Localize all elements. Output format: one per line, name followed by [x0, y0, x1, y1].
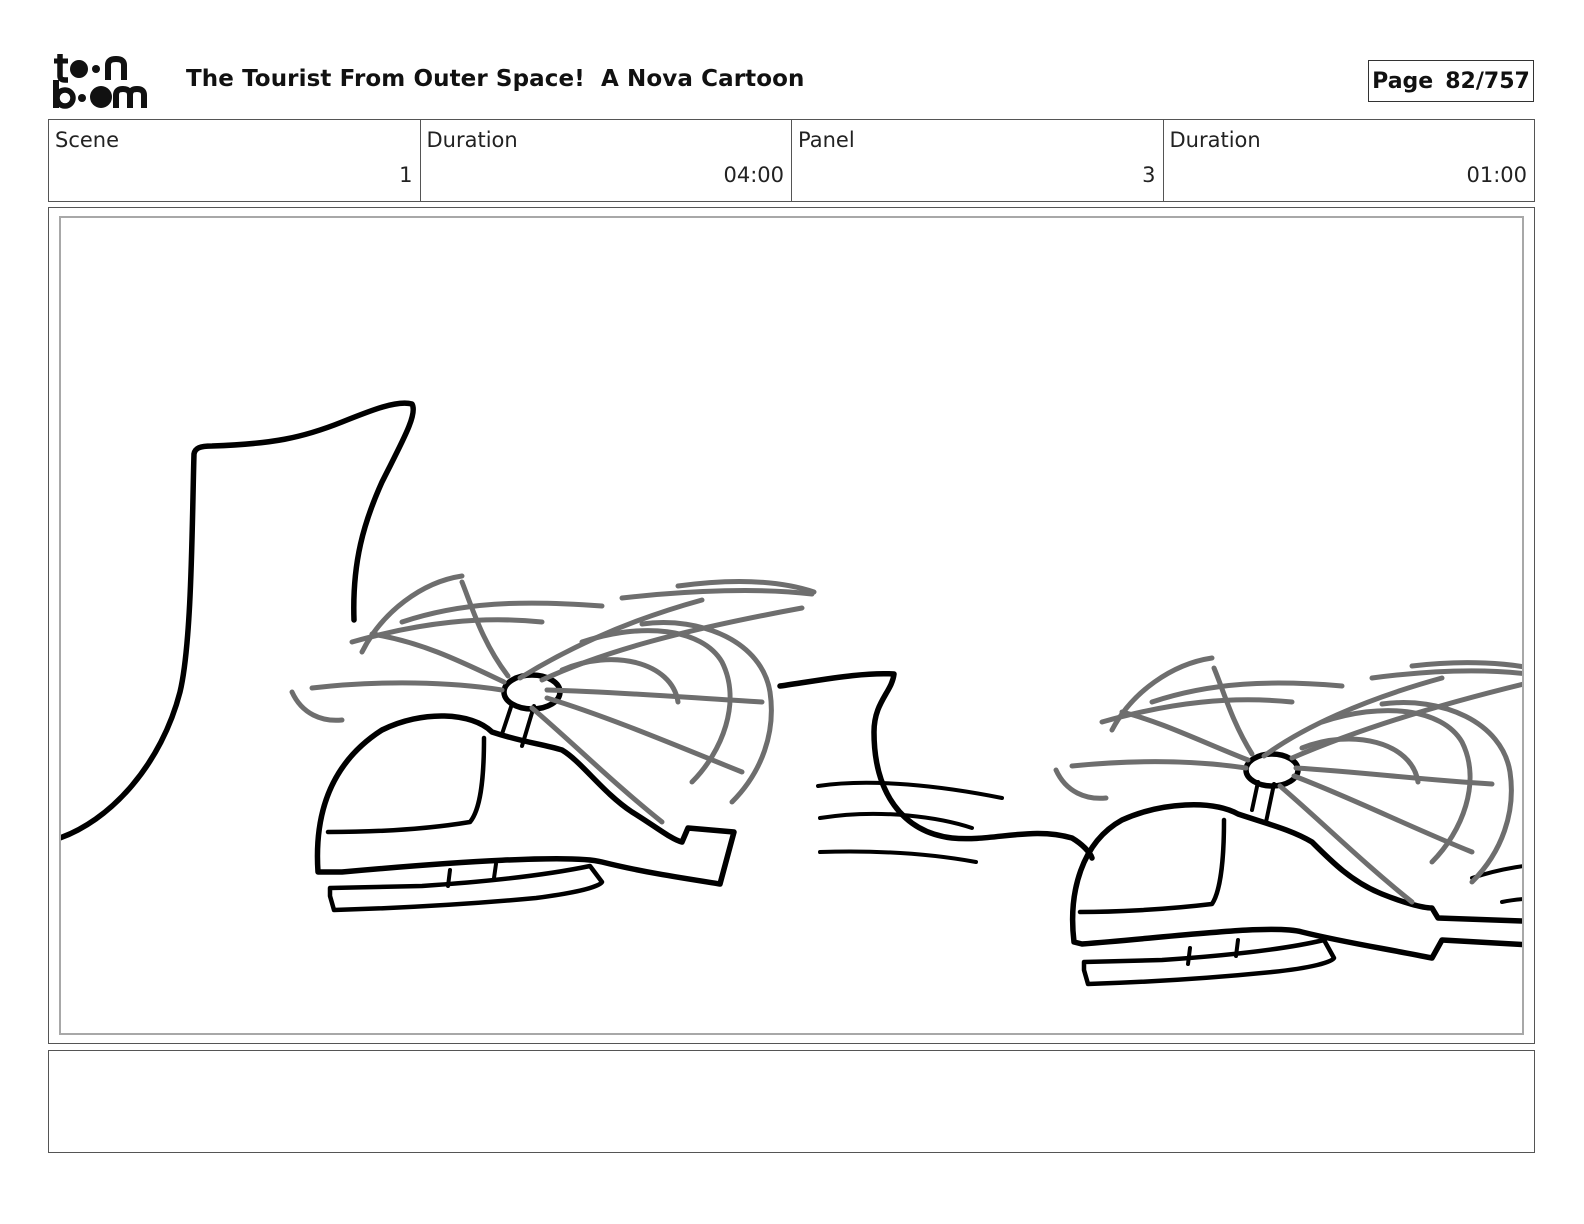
scene-label: Scene: [55, 128, 120, 152]
scene-value: 1: [399, 163, 413, 187]
shot-info-table: Scene 1 Duration 04:00 Panel 3 Duration …: [48, 119, 1535, 202]
sketch-illustration: [61, 400, 1522, 987]
panel-duration-value: 01:00: [1466, 163, 1527, 187]
cliff-outline: [61, 400, 416, 841]
scene-duration-value: 04:00: [723, 163, 784, 187]
panel-duration-cell: Duration 01:00: [1164, 120, 1535, 201]
toon-boom-logo: [52, 50, 164, 112]
scene-duration-cell: Duration 04:00: [421, 120, 792, 201]
panel-label: Panel: [798, 128, 855, 152]
panel-value: 3: [1142, 163, 1156, 187]
page-label: Page: [1372, 68, 1434, 94]
left-propeller-blur: [289, 573, 817, 825]
document-title: The Tourist From Outer Space! A Nova Car…: [186, 66, 805, 92]
scene-duration-label: Duration: [426, 128, 518, 152]
connecting-cord: [777, 670, 1095, 861]
panel-notes-box: [48, 1050, 1535, 1153]
storyboard-drawing: [59, 216, 1524, 1035]
page-number: 82/757: [1445, 68, 1530, 94]
page-indicator: Page 82/757: [1368, 60, 1534, 102]
panel-duration-label: Duration: [1169, 128, 1261, 152]
scene-cell: Scene 1: [49, 120, 421, 201]
panel-cell: Panel 3: [792, 120, 1164, 201]
